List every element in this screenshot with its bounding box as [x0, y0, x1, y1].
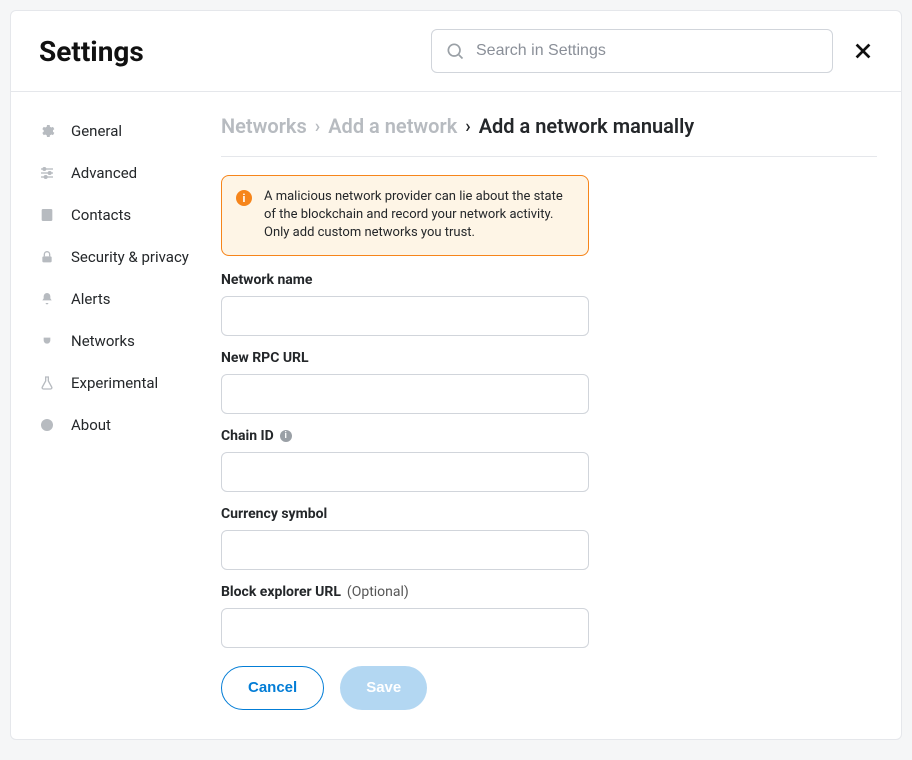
cancel-button[interactable]: Cancel — [221, 666, 324, 710]
warning-icon: i — [236, 190, 252, 206]
search-icon — [445, 41, 465, 61]
sidebar-item-security[interactable]: Security & privacy — [11, 236, 209, 278]
label-chain-id-text: Chain ID — [221, 428, 274, 444]
field-currency-symbol: Currency symbol — [221, 506, 589, 570]
sidebar-item-advanced[interactable]: Advanced — [11, 152, 209, 194]
sidebar-item-label: General — [71, 122, 122, 140]
sliders-icon — [39, 165, 55, 181]
breadcrumb-current: Add a network manually — [479, 114, 695, 138]
add-network-form: Network name New RPC URL Chain ID i Curr… — [221, 272, 589, 710]
close-button[interactable] — [849, 37, 877, 65]
sidebar-item-general[interactable]: General — [11, 110, 209, 152]
sidebar-item-label: Security & privacy — [71, 248, 189, 266]
chevron-right-icon: › — [315, 116, 320, 137]
save-button[interactable]: Save — [340, 666, 427, 710]
breadcrumb-add-network[interactable]: Add a network — [328, 114, 457, 138]
warning-text: A malicious network provider can lie abo… — [264, 188, 574, 243]
input-currency-symbol[interactable] — [221, 530, 589, 570]
sidebar-item-label: Networks — [71, 332, 135, 350]
sidebar-item-label: About — [71, 416, 111, 434]
form-actions: Cancel Save — [221, 666, 589, 710]
sidebar-item-label: Advanced — [71, 164, 137, 182]
settings-panel: Settings General Advanced — [10, 10, 902, 740]
label-optional: (Optional) — [347, 584, 409, 600]
sidebar-item-about[interactable]: About — [11, 404, 209, 446]
label-rpc-url: New RPC URL — [221, 350, 589, 366]
input-rpc-url[interactable] — [221, 374, 589, 414]
sidebar-item-label: Experimental — [71, 374, 158, 392]
sidebar-item-label: Alerts — [71, 290, 111, 308]
sidebar: General Advanced Contacts Security & pri… — [11, 92, 209, 739]
label-currency-symbol: Currency symbol — [221, 506, 589, 522]
body: General Advanced Contacts Security & pri… — [11, 92, 901, 739]
warning-banner: i A malicious network provider can lie a… — [221, 175, 589, 256]
label-network-name: Network name — [221, 272, 589, 288]
field-chain-id: Chain ID i — [221, 428, 589, 492]
breadcrumb-networks[interactable]: Networks — [221, 114, 307, 138]
sidebar-item-experimental[interactable]: Experimental — [11, 362, 209, 404]
sidebar-item-contacts[interactable]: Contacts — [11, 194, 209, 236]
plug-icon — [39, 333, 55, 349]
sidebar-item-label: Contacts — [71, 206, 131, 224]
input-network-name[interactable] — [221, 296, 589, 336]
field-network-name: Network name — [221, 272, 589, 336]
flask-icon — [39, 375, 55, 391]
sidebar-item-networks[interactable]: Networks — [11, 320, 209, 362]
field-rpc-url: New RPC URL — [221, 350, 589, 414]
header: Settings — [11, 11, 901, 92]
label-chain-id: Chain ID i — [221, 428, 589, 444]
info-icon — [39, 417, 55, 433]
bell-icon — [39, 291, 55, 307]
input-block-explorer[interactable] — [221, 608, 589, 648]
input-chain-id[interactable] — [221, 452, 589, 492]
sidebar-item-alerts[interactable]: Alerts — [11, 278, 209, 320]
breadcrumb: Networks › Add a network › Add a network… — [221, 114, 877, 157]
contacts-icon — [39, 207, 55, 223]
search-wrap — [431, 29, 833, 73]
page-title: Settings — [39, 35, 144, 68]
gear-icon — [39, 123, 55, 139]
chevron-right-icon: › — [465, 116, 470, 137]
label-block-explorer-text: Block explorer URL — [221, 584, 341, 600]
info-icon[interactable]: i — [280, 430, 292, 442]
lock-icon — [39, 249, 55, 265]
search-input[interactable] — [431, 29, 833, 73]
field-block-explorer: Block explorer URL (Optional) — [221, 584, 589, 648]
main: Networks › Add a network › Add a network… — [209, 92, 901, 739]
label-block-explorer: Block explorer URL (Optional) — [221, 584, 589, 600]
